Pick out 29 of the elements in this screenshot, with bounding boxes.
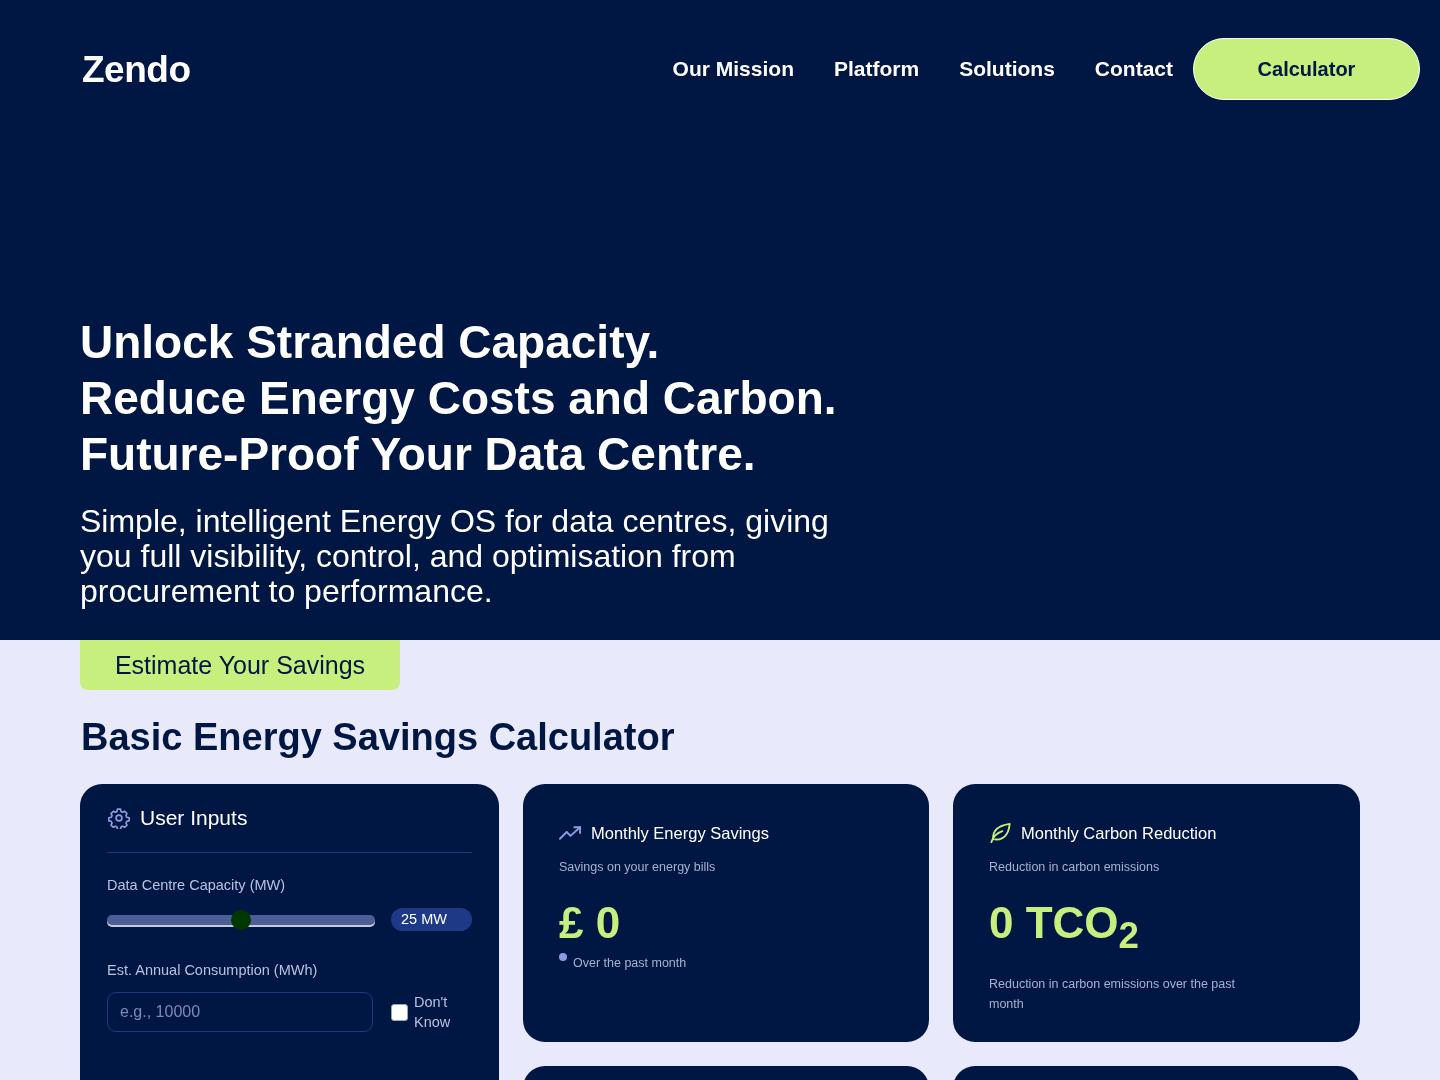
logo[interactable]: Zendo [82,50,191,90]
result-note: Reduction in carbon emissions over the past month [989,975,1236,1013]
nav-link[interactable]: Contact [1094,57,1173,81]
result-value: £ 0 [559,899,621,947]
result-title: Monthly Energy Savings [591,823,769,843]
calculator-title: Basic Energy Savings Calculator [81,715,675,760]
leaf-icon [989,822,1012,844]
settings-icon [108,806,130,829]
value-badge: 25 MW [391,908,472,931]
slider-thumb[interactable] [231,909,251,930]
result-caption: Savings on your energy bills [559,859,716,875]
field-label: Est. Annual Consumption (MWh) [107,961,319,979]
checkbox[interactable] [391,1003,408,1021]
estimate-savings-button[interactable]: Estimate Your Savings [80,640,400,690]
field-label: Data Centre Capacity (MW) [107,876,287,894]
hero-headline: Unlock Stranded Capacity. Reduce Energy Costs and Carbon. Future-Proof Your Data Centre. [80,315,837,482]
checkbox-label[interactable]: Don't Know [414,992,458,1032]
result-value: 0 TCO$_{2}$ [989,899,1139,958]
input-field[interactable]: e.g., 10000 [107,992,373,1032]
result-title: Monthly Carbon Reduction [1021,823,1217,843]
hero-subtitle: Simple, intelligent Energy OS for data centres, giving you full visibility, control, and optimisation from procurement to performance. [80,504,830,609]
nav-link[interactable]: Platform [833,57,920,81]
bullet-dot-icon [559,953,567,961]
result-caption: Reduction in carbon emissions [989,859,1160,875]
nav-link[interactable]: Our Mission [672,57,794,81]
calculator-button[interactable]: Calculator [1193,38,1420,100]
nav-link[interactable]: Solutions [959,57,1055,81]
inputs-title: User Inputs [140,804,248,831]
result-note: Over the past month [573,955,687,972]
